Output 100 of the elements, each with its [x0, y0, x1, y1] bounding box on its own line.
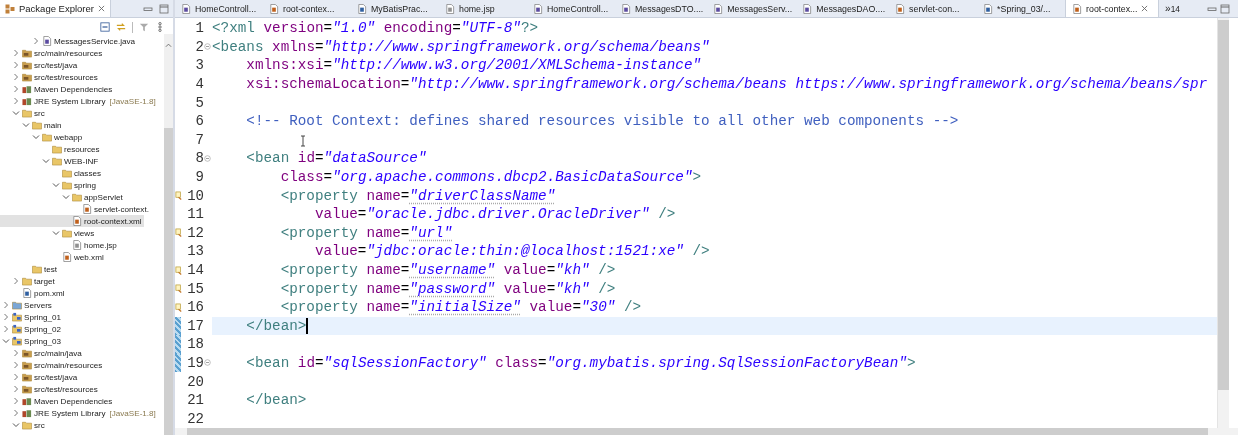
- collapsed-chevron-icon[interactable]: [12, 49, 20, 57]
- expanded-chevron-icon[interactable]: [62, 193, 70, 201]
- file-icon: [42, 36, 52, 46]
- tree-item[interactable]: Maven Dependencies: [0, 83, 115, 95]
- code-line: xsi:schemaLocation="http://www.springframework.org/schema/beans https://www.springframework.org/schema/beans/spr: [245, 76, 1208, 93]
- tree-item[interactable]: web.xml: [0, 251, 106, 263]
- tree-item[interactable]: JRE System Library [JavaSE-1.8]: [0, 95, 158, 107]
- collapsed-chevron-icon[interactable]: [12, 409, 20, 417]
- project-icon: [12, 312, 22, 322]
- expanded-chevron-icon[interactable]: [52, 181, 60, 189]
- tree-item[interactable]: src/test/java: [0, 59, 80, 71]
- tree-item[interactable]: Servers: [0, 299, 54, 311]
- editor-tab[interactable]: HomeControll...: [175, 0, 263, 17]
- file-icon: [22, 288, 32, 298]
- editor-tab[interactable]: root-contex...: [263, 0, 351, 17]
- tree-item[interactable]: pom.xml: [0, 287, 67, 299]
- tree-item[interactable]: main: [0, 119, 64, 131]
- library-version: [JavaSE-1.8]: [109, 408, 156, 418]
- collapsed-chevron-icon[interactable]: [12, 73, 20, 81]
- tree-item[interactable]: src/main/resources: [0, 47, 105, 59]
- line-number: 7: [194, 131, 204, 148]
- editor-tab[interactable]: HomeControll...: [527, 0, 615, 17]
- expanded-chevron-icon[interactable]: [12, 421, 20, 429]
- tree-item[interactable]: JRE System Library [JavaSE-1.8]: [0, 407, 158, 419]
- editor-tab[interactable]: MessagesDAO....: [796, 0, 890, 17]
- collapsed-chevron-icon[interactable]: [12, 373, 20, 381]
- line-number: 10: [186, 187, 204, 204]
- collapsed-chevron-icon[interactable]: [32, 37, 40, 45]
- expanded-chevron-icon[interactable]: [42, 157, 50, 165]
- maximize-icon[interactable]: [1220, 3, 1230, 14]
- collapsed-chevron-icon[interactable]: [12, 397, 20, 405]
- tree-item[interactable]: target: [0, 275, 57, 287]
- editor-tab[interactable]: MyBatisPrac...: [351, 0, 439, 17]
- code-line: <bean id="dataSource": [245, 150, 427, 167]
- tree-item[interactable]: resources: [0, 143, 102, 155]
- editor-tab[interactable]: MessagesServ...: [707, 0, 797, 17]
- view-tab[interactable]: Package Explorer: [0, 0, 111, 17]
- collapsed-chevron-icon[interactable]: [2, 325, 10, 333]
- editor-tab[interactable]: home.jsp: [439, 0, 527, 17]
- link-with-editor-icon[interactable]: [116, 22, 126, 32]
- collapsed-chevron-icon[interactable]: [12, 277, 20, 285]
- tree-item[interactable]: appServlet: [0, 191, 125, 203]
- fold-toggle-icon[interactable]: [204, 359, 211, 367]
- line-number: 3: [194, 57, 204, 74]
- tree-item[interactable]: classes: [0, 167, 103, 179]
- close-icon[interactable]: [98, 5, 105, 12]
- fold-toggle-icon[interactable]: [204, 154, 211, 162]
- expanded-chevron-icon[interactable]: [22, 121, 30, 129]
- collapsed-chevron-icon[interactable]: [12, 361, 20, 369]
- tree-item[interactable]: spring: [0, 179, 99, 191]
- tree-item[interactable]: src/test/resources: [0, 71, 100, 83]
- code-line: <property name="password" value="kh" />: [279, 280, 616, 297]
- scrollbar[interactable]: [164, 34, 173, 435]
- collapsed-chevron-icon[interactable]: [12, 85, 20, 93]
- tree-item[interactable]: src/main/java: [0, 347, 84, 359]
- close-icon[interactable]: [1141, 5, 1149, 12]
- tree-item[interactable]: servlet-context.: [0, 203, 151, 215]
- expanded-chevron-icon[interactable]: [2, 337, 10, 345]
- editor-tab[interactable]: servlet-con...: [889, 0, 978, 17]
- editor-tab[interactable]: root-contex...: [1065, 0, 1160, 17]
- tree-item[interactable]: src: [0, 419, 47, 431]
- collapsed-chevron-icon[interactable]: [12, 349, 20, 357]
- code-line: <property name="initialSize" value="30" />: [279, 299, 642, 316]
- expanded-chevron-icon[interactable]: [12, 109, 20, 117]
- tree-item[interactable]: src/main/resources: [0, 359, 105, 371]
- folder-icon: [22, 360, 32, 370]
- expanded-chevron-icon[interactable]: [32, 133, 40, 141]
- scrollbar[interactable]: [1217, 18, 1229, 429]
- tree-item[interactable]: Spring_01: [0, 311, 63, 323]
- filter-icon[interactable]: [139, 22, 149, 32]
- tree-item[interactable]: src: [0, 107, 47, 119]
- scrollbar[interactable]: [175, 428, 1238, 435]
- collapsed-chevron-icon[interactable]: [12, 97, 20, 105]
- tree-item[interactable]: views: [0, 227, 97, 239]
- tree-item[interactable]: root-context.xml: [0, 215, 144, 227]
- tree-item[interactable]: Maven Dependencies: [0, 395, 115, 407]
- file-icon: [269, 3, 279, 14]
- tree-item[interactable]: home.jsp: [0, 239, 119, 251]
- tree-item[interactable]: test: [0, 263, 60, 275]
- collapsed-chevron-icon[interactable]: [2, 301, 10, 309]
- code-line: <bean id="sqlSessionFactory" class="org.mybatis.spring.SqlSessionFactoryBean">: [245, 355, 916, 371]
- tree-item[interactable]: src/test/resources: [0, 383, 100, 395]
- tree-item[interactable]: src/test/java: [0, 371, 80, 383]
- collapsed-chevron-icon[interactable]: [2, 313, 10, 321]
- tree-item[interactable]: Spring_02: [0, 323, 63, 335]
- editor-tab[interactable]: *Spring_03/...: [977, 0, 1066, 17]
- collapsed-chevron-icon[interactable]: [12, 385, 20, 393]
- editor-tab[interactable]: MessagesDTO....: [615, 0, 708, 17]
- collapse-all-icon[interactable]: [100, 22, 110, 32]
- maximize-icon[interactable]: [159, 3, 169, 14]
- tree-item[interactable]: MessagesService.java: [0, 35, 137, 47]
- tree-item[interactable]: WEB-INF: [0, 155, 101, 167]
- collapsed-chevron-icon[interactable]: [12, 61, 20, 69]
- expanded-chevron-icon[interactable]: [52, 229, 60, 237]
- tree-item[interactable]: webapp: [0, 131, 85, 143]
- fold-toggle-icon[interactable]: [204, 43, 211, 51]
- line-number: 13: [186, 243, 204, 260]
- view-menu-icon[interactable]: [155, 22, 165, 32]
- file-icon: [621, 3, 631, 14]
- tree-item[interactable]: Spring_03: [0, 335, 63, 347]
